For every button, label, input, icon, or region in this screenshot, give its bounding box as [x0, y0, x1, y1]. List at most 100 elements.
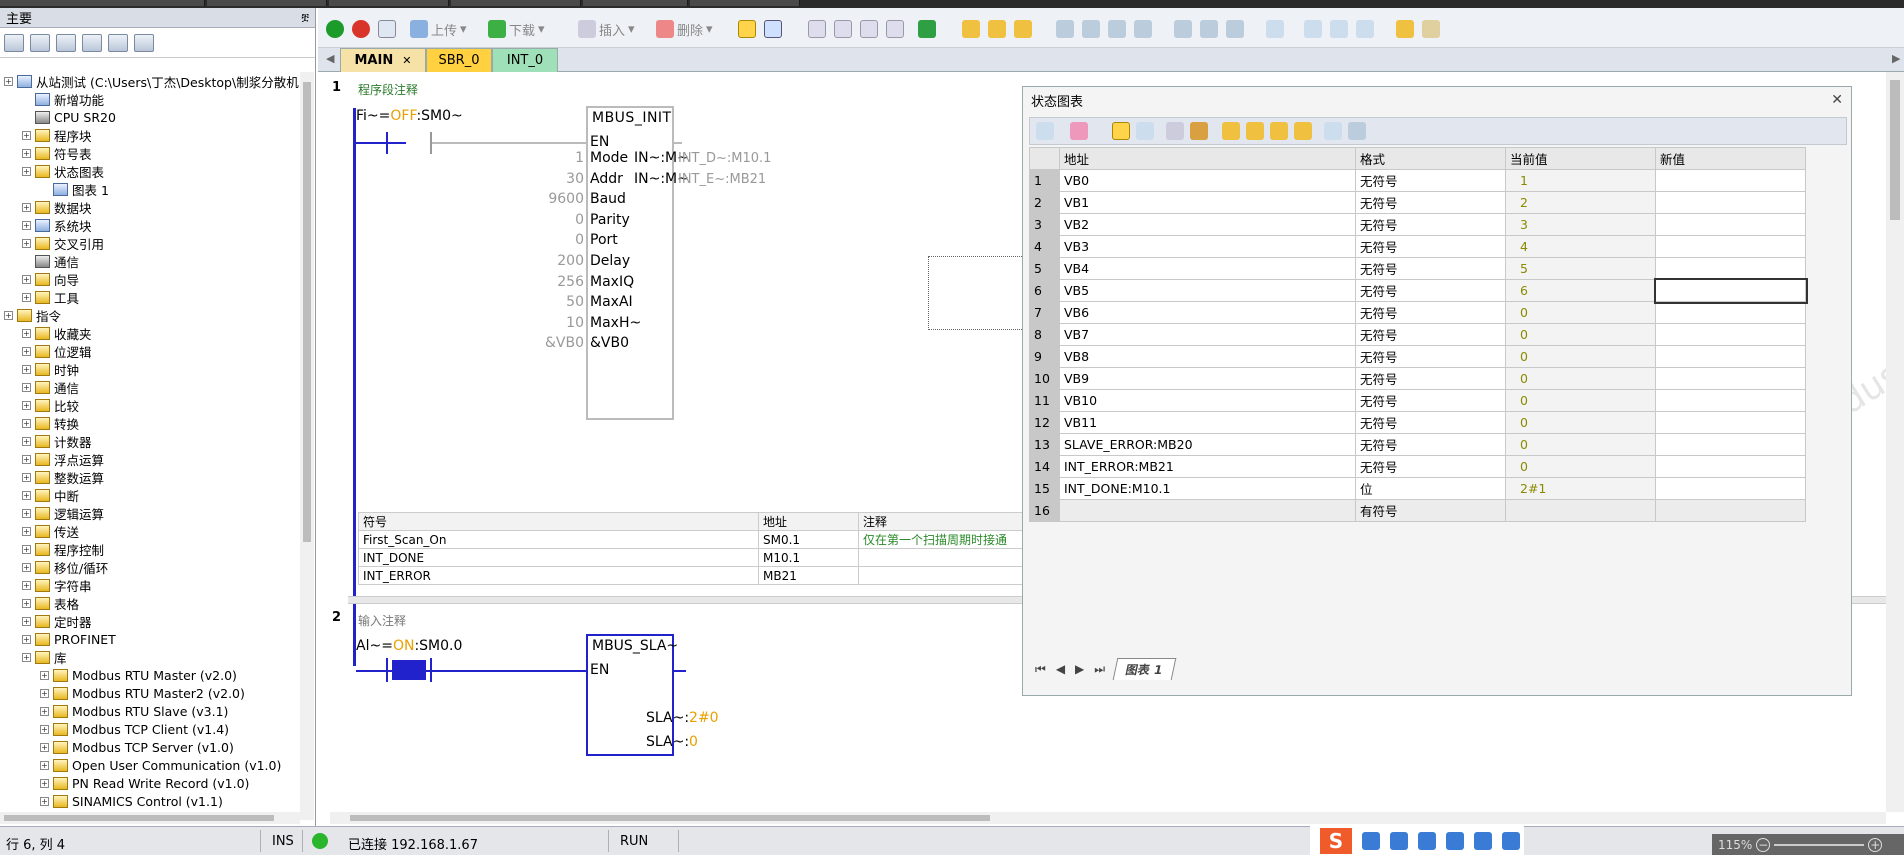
cell-cur[interactable] — [1505, 499, 1656, 522]
table-row[interactable]: 4 VB3 无符号 4 — [1029, 235, 1806, 258]
expand-icon[interactable]: + — [22, 364, 31, 374]
expand-icon[interactable]: + — [22, 508, 31, 518]
expand-icon[interactable]: + — [22, 490, 31, 500]
expand-icon[interactable]: + — [22, 526, 31, 536]
cell-fmt[interactable]: 无符号 — [1355, 323, 1506, 346]
cell-cur[interactable]: 4 — [1505, 235, 1656, 258]
tree-item[interactable]: + 程序控制 — [22, 540, 104, 558]
cell-new[interactable] — [1655, 411, 1806, 434]
tree-item[interactable]: + 收藏夹 — [22, 324, 92, 342]
cell-cur[interactable]: 3 — [1505, 213, 1656, 236]
input-value[interactable]: 0 — [575, 232, 584, 248]
cell-new[interactable] — [1655, 235, 1806, 258]
expand-icon[interactable]: + — [22, 454, 31, 464]
run-icon[interactable] — [326, 20, 344, 38]
input-value[interactable]: 9600 — [548, 191, 584, 207]
cell-fmt[interactable]: 无符号 — [1355, 169, 1506, 192]
delete-button[interactable]: 删除 ▾ — [656, 18, 713, 40]
tree-item[interactable]: + 计数器 — [22, 432, 92, 450]
compile-icon[interactable] — [378, 20, 396, 38]
cell-new[interactable] — [1655, 367, 1806, 390]
zoom-slider[interactable] — [1774, 843, 1865, 846]
tree-item[interactable]: 图表 1 — [40, 180, 109, 198]
cell-addr[interactable]: VB9 — [1059, 367, 1356, 390]
stop-icon[interactable] — [352, 20, 370, 38]
tree-item[interactable]: +通信 — [22, 252, 79, 270]
page-icon[interactable] — [56, 33, 76, 52]
expand-icon[interactable]: + — [40, 724, 49, 734]
cell-new[interactable] — [1655, 499, 1806, 522]
keyboard-icon[interactable] — [1446, 831, 1464, 850]
unforce-all-icon[interactable] — [1270, 122, 1288, 140]
expand-icon[interactable]: + — [22, 328, 31, 338]
expand-icon[interactable]: + — [22, 580, 31, 590]
prev-sheet-icon[interactable]: ◀ — [1056, 662, 1065, 676]
line-right-icon[interactable] — [1134, 20, 1152, 38]
tree-item[interactable]: + Modbus RTU Slave (v3.1) — [40, 702, 228, 720]
cell-addr[interactable]: VB10 — [1059, 389, 1356, 412]
tree-item[interactable]: + 整数运算 — [22, 468, 104, 486]
branch-up-icon[interactable] — [1108, 20, 1126, 38]
tree-item[interactable]: + PN Read Write Record (v1.0) — [40, 774, 249, 792]
input-value[interactable]: 256 — [557, 274, 584, 290]
table-row[interactable]: 13 SLAVE_ERROR:MB20 无符号 0 — [1029, 433, 1806, 456]
tree-item[interactable]: + 库 — [22, 648, 67, 666]
tree-item[interactable]: +CPU SR20 — [22, 108, 116, 126]
cell-fmt[interactable]: 无符号 — [1355, 301, 1506, 324]
expand-icon[interactable]: + — [40, 778, 49, 788]
pin-icon[interactable]: ቿ — [301, 11, 309, 25]
expand-icon[interactable]: + — [40, 670, 49, 680]
table-icon[interactable] — [108, 33, 128, 52]
cell-fmt[interactable]: 有符号 — [1355, 499, 1506, 522]
tree-item[interactable]: + Modbus TCP Client (v1.4) — [40, 720, 229, 738]
table-row[interactable]: 1 VB0 无符号 1 — [1029, 169, 1806, 192]
close-icon[interactable]: ✕ — [1831, 92, 1843, 108]
unlock-all-icon[interactable] — [1014, 20, 1032, 38]
cell-cur[interactable]: 2 — [1505, 191, 1656, 214]
cell-new[interactable] — [1655, 191, 1806, 214]
tree-item[interactable]: + PROFINET — [22, 630, 116, 648]
table-row[interactable]: 5 VB4 无符号 5 — [1029, 257, 1806, 280]
expand-icon[interactable]: + — [22, 346, 31, 356]
chart-status-icon[interactable] — [1112, 122, 1130, 140]
pause-icon[interactable] — [808, 20, 826, 38]
tree-item[interactable]: + 时钟 — [22, 360, 79, 378]
unlock-icon[interactable] — [988, 20, 1006, 38]
sheet-tab[interactable]: 图表 1 — [1112, 658, 1176, 680]
view-icon[interactable] — [4, 33, 24, 52]
tree-item[interactable]: + 浮点运算 — [22, 450, 104, 468]
cell-addr[interactable]: INT_DONE:M10.1 — [1059, 477, 1356, 500]
expand-icon[interactable]: + — [22, 130, 31, 140]
next-sheet-icon[interactable]: ▶ — [1075, 662, 1084, 676]
tree-item[interactable]: + 位逻辑 — [22, 342, 92, 360]
input-value[interactable]: 0 — [575, 212, 584, 228]
tree-item[interactable]: + 转换 — [22, 414, 79, 432]
expand-icon[interactable]: + — [40, 742, 49, 752]
expand-icon[interactable]: + — [22, 148, 31, 158]
cell-cur[interactable]: 0 — [1505, 455, 1656, 478]
chart-status-icon[interactable] — [764, 20, 782, 38]
tree-item[interactable]: + 符号表 — [22, 144, 92, 162]
cell-fmt[interactable]: 无符号 — [1355, 235, 1506, 258]
cell-new[interactable] — [1655, 477, 1806, 500]
table-row[interactable]: 15 INT_DONE:M10.1 位 2#1 — [1029, 477, 1806, 500]
cell-new[interactable] — [1655, 389, 1806, 412]
tree-item[interactable]: + Modbus TCP Server (v1.0) — [40, 738, 234, 756]
table-row[interactable]: 6 VB5 无符号 6 — [1029, 277, 1808, 304]
zoom-control[interactable]: 115% − + — [1712, 834, 1904, 855]
input-value[interactable]: 10 — [566, 315, 584, 331]
input-value[interactable]: 1 — [575, 150, 584, 166]
write-icon[interactable] — [860, 20, 878, 38]
program-status-icon[interactable] — [738, 20, 756, 38]
cell-addr[interactable]: VB4 — [1059, 257, 1356, 280]
pen-icon[interactable] — [1356, 20, 1374, 38]
write-pen-icon[interactable] — [1190, 122, 1208, 140]
expand-icon[interactable]: + — [22, 400, 31, 410]
tab-sbr-0[interactable]: SBR_0 — [426, 48, 492, 72]
branch-down-icon[interactable] — [1082, 20, 1100, 38]
expand-icon[interactable]: + — [22, 418, 31, 428]
first-sheet-icon[interactable]: ⏮ — [1035, 662, 1046, 677]
table-row[interactable]: 3 VB2 无符号 3 — [1029, 213, 1806, 236]
cell-fmt[interactable]: 无符号 — [1355, 455, 1506, 478]
expand-icon[interactable]: + — [22, 166, 31, 176]
